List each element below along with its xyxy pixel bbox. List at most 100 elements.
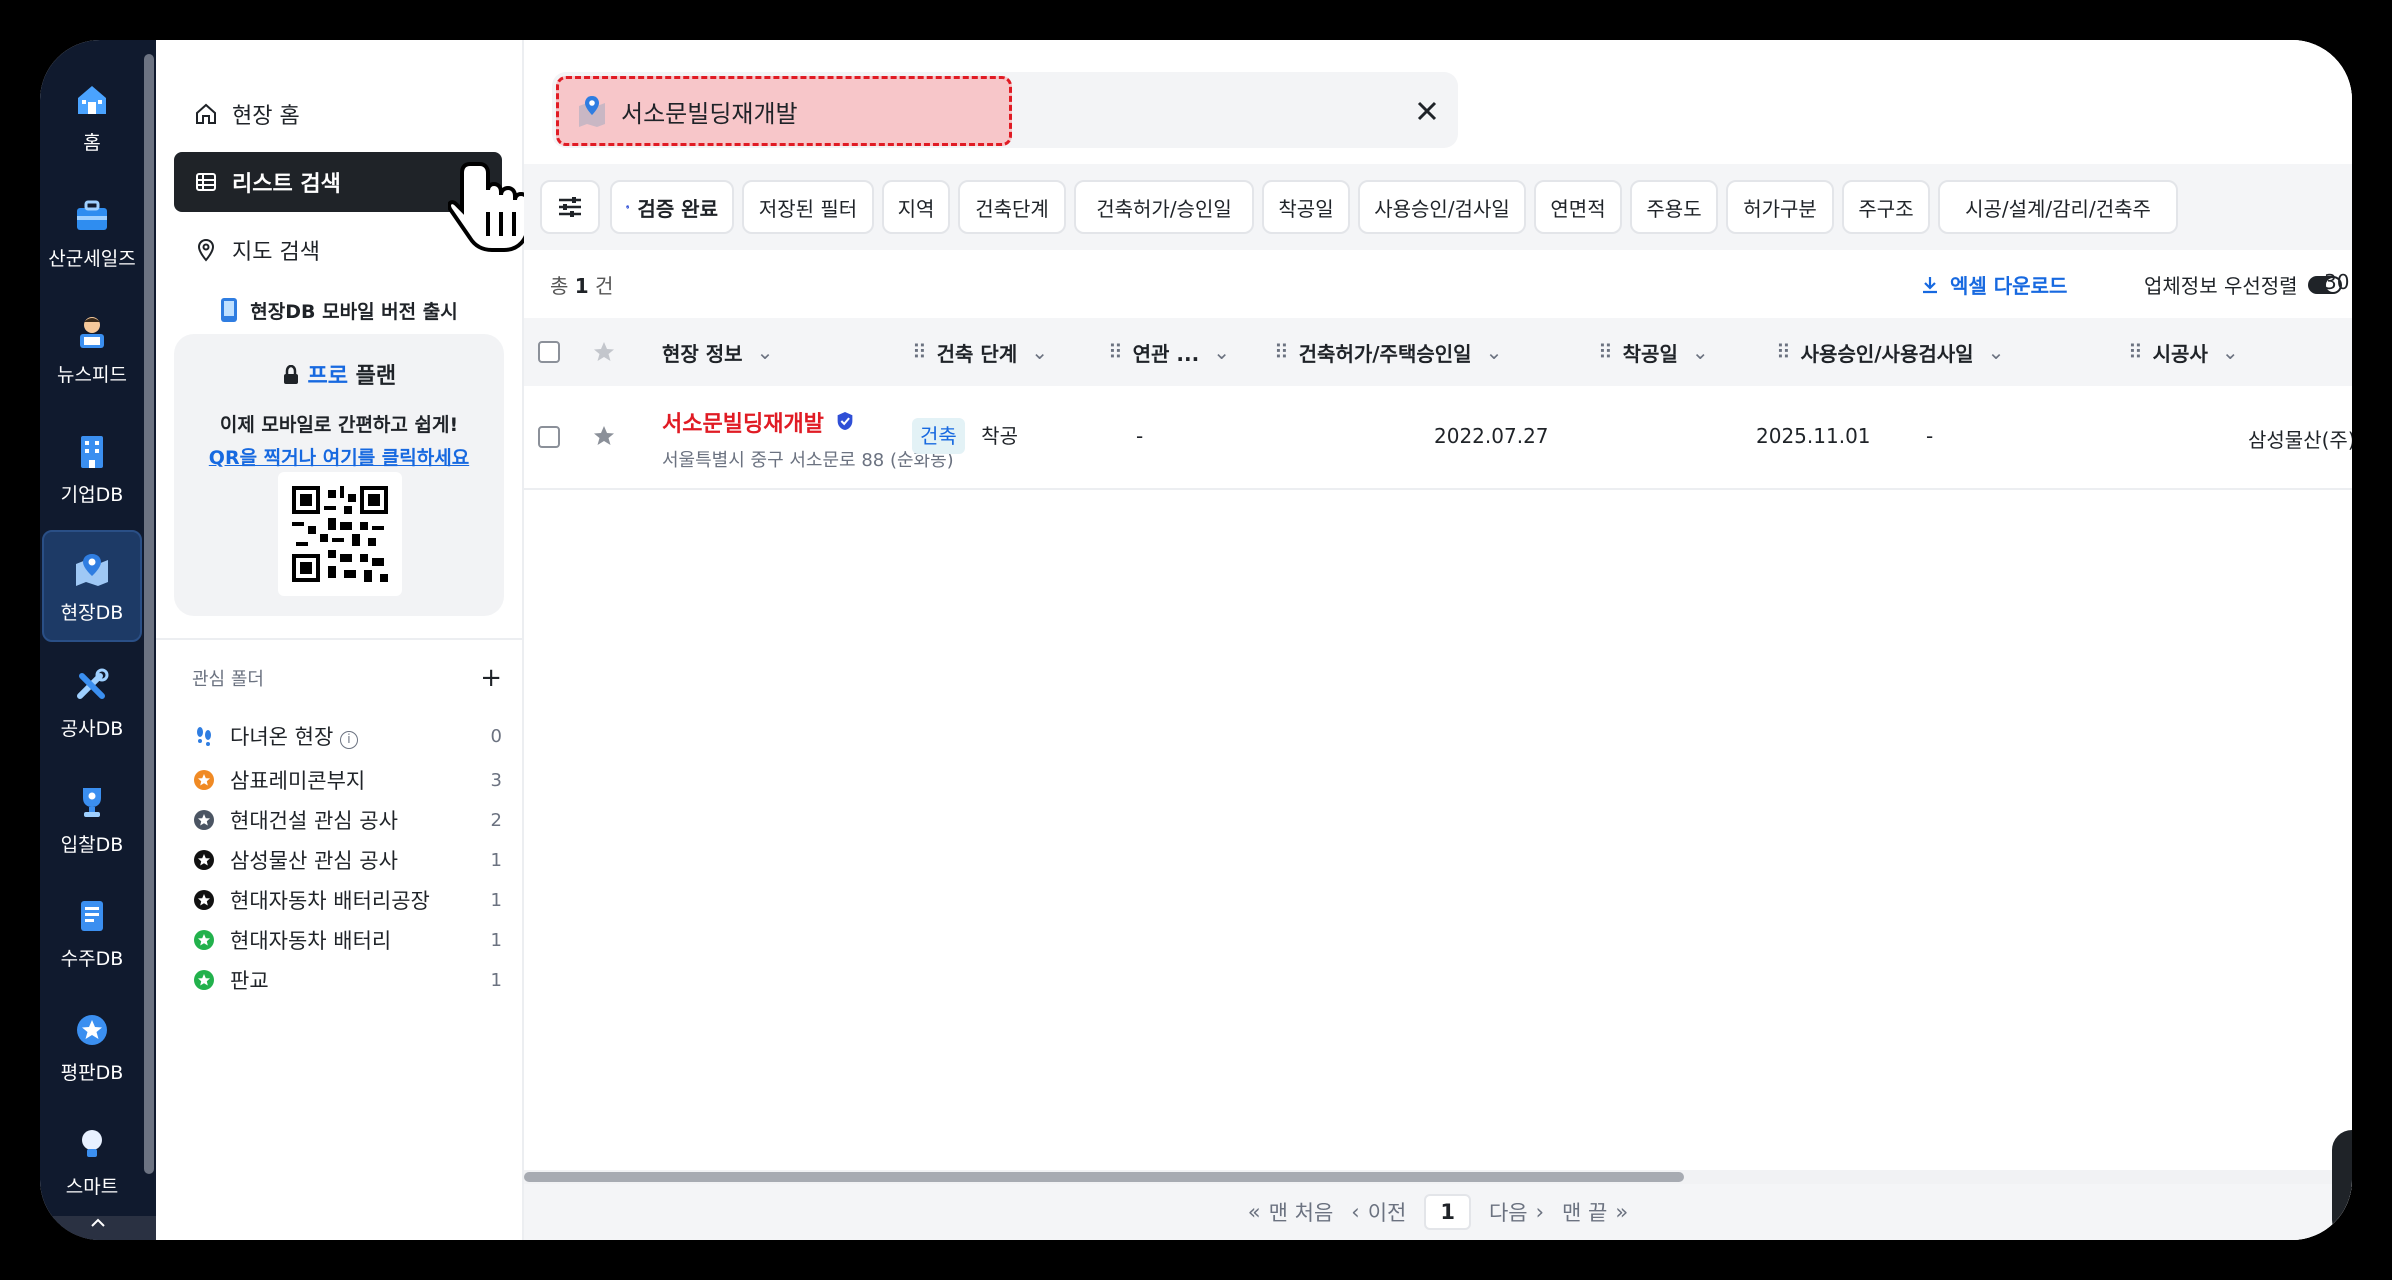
- priority-sort-toggle[interactable]: 업체정보 우선정렬: [2144, 270, 2342, 299]
- permit-date-cell: 2022.07.27: [1434, 424, 1549, 448]
- column-approval-date[interactable]: ⠿ 사용승인/사용검사일 ⌄: [1776, 318, 2004, 386]
- rail-item-order-db[interactable]: 수주DB: [40, 876, 144, 988]
- filter-chip[interactable]: 사용승인/검사일: [1358, 180, 1526, 234]
- home-icon: [192, 100, 220, 128]
- rail-item-bid-db[interactable]: 입찰DB: [40, 762, 144, 874]
- chevron-down-icon: ⌄: [1213, 340, 1230, 364]
- rail-scrollbar[interactable]: [144, 54, 154, 1174]
- filter-settings-button[interactable]: [540, 180, 600, 234]
- column-permit-date[interactable]: ⠿ 건축허가/주택승인일 ⌄: [1274, 318, 1502, 386]
- filter-chip[interactable]: 지역: [882, 180, 950, 234]
- promo-title: 프로 플랜: [174, 358, 504, 390]
- filter-chip[interactable]: 착공일: [1262, 180, 1350, 234]
- rail-item-construction-db[interactable]: 공사DB: [40, 646, 144, 758]
- current-page[interactable]: 1: [1424, 1194, 1471, 1230]
- add-folder-button[interactable]: +: [480, 663, 502, 693]
- column-stage[interactable]: ⠿ 건축 단계 ⌄: [912, 318, 1048, 386]
- filter-chip[interactable]: 건축허가/승인일: [1074, 180, 1254, 234]
- column-related[interactable]: ⠿ 연관 ... ⌄: [1108, 318, 1230, 386]
- pro-plan-promo: 프로 플랜 이제 모바일로 간편하고 쉽게! QR을 찍거나 여기를 클릭하세요: [174, 334, 504, 616]
- rail-label: 평판DB: [60, 1062, 124, 1084]
- approval-date-cell: -: [1926, 424, 1934, 448]
- star-dot-icon: [192, 808, 216, 832]
- related-cell: -: [1136, 424, 1144, 448]
- main-content: 서소문빌딩재개발 검증 완료 저장된 필터 지역 건축단계 건축허가/승인일 착…: [524, 40, 2352, 1240]
- rail-item-newsfeed[interactable]: 뉴스피드: [40, 292, 144, 404]
- star-dot-icon: [192, 848, 216, 872]
- first-page-button[interactable]: «맨 처음: [1248, 1197, 1334, 1227]
- filter-chip[interactable]: 저장된 필터: [742, 180, 874, 234]
- tools-icon: [70, 664, 114, 708]
- map-pin-icon: [192, 236, 220, 264]
- folder-item[interactable]: 판교 1: [192, 956, 502, 1004]
- filter-chip[interactable]: 시공/설계/감리/건축주: [1938, 180, 2178, 234]
- filter-chip-verified[interactable]: 검증 완료: [610, 180, 734, 234]
- stage-value: 착공: [981, 424, 1018, 448]
- stage-cell: 건축 착공: [912, 418, 1018, 454]
- search-tag-highlight[interactable]: 서소문빌딩재개발: [556, 76, 1012, 146]
- rail-label: 공사DB: [60, 718, 124, 740]
- rail-item-smart[interactable]: 스마트: [40, 1104, 144, 1216]
- filter-chip[interactable]: 주용도: [1630, 180, 1718, 234]
- folder-name: 현대건설 관심 공사: [230, 809, 398, 833]
- prev-page-button[interactable]: ‹ 이전: [1351, 1197, 1406, 1227]
- table-row[interactable]: 서소문빌딩재개발 서울특별시 중구 서소문로 88 (순화동) 건축 착공 - …: [524, 386, 2352, 490]
- next-page-button[interactable]: 다음 ›: [1489, 1197, 1544, 1227]
- home-building-icon: [70, 78, 114, 122]
- folder-name: 다녀온 현장 i: [230, 721, 482, 751]
- select-all-checkbox[interactable]: [538, 318, 560, 386]
- rail-item-reputation-db[interactable]: 평판DB: [40, 990, 144, 1102]
- filter-chip-label: 착공일: [1278, 196, 1334, 221]
- site-address: 서울특별시 중구 서소문로 88 (순화동): [662, 450, 954, 471]
- double-chevron-left-icon: «: [1247, 1200, 1261, 1224]
- rail-item-home[interactable]: 홈: [40, 60, 144, 172]
- promo-qr-link[interactable]: QR을 찍거나 여기를 클릭하세요: [174, 443, 504, 470]
- star-dot-icon: [192, 968, 216, 992]
- table-icon: [192, 168, 220, 196]
- folder-count: 3: [490, 769, 502, 791]
- row-checkbox[interactable]: [538, 426, 560, 448]
- lock-icon: [283, 364, 298, 384]
- side-panel-handle[interactable]: [2332, 1130, 2352, 1240]
- excel-label: 엑셀 다운로드: [1950, 274, 2068, 298]
- filter-chip[interactable]: 허가구분: [1726, 180, 1834, 234]
- site-name[interactable]: 서소문빌딩재개발: [662, 412, 824, 437]
- mobile-phone-icon: [221, 298, 238, 322]
- filter-chip-label: 허가구분: [1743, 196, 1817, 221]
- excel-download-button[interactable]: 엑셀 다운로드: [1920, 270, 2067, 299]
- rail-label: 뉴스피드: [57, 364, 127, 386]
- horizontal-scroll-thumb[interactable]: [524, 1172, 1684, 1182]
- filter-chip[interactable]: 건축단계: [958, 180, 1066, 234]
- rail-item-site-db[interactable]: 현장DB: [42, 530, 142, 642]
- sidebar-divider: [156, 638, 524, 640]
- contractor-cell[interactable]: 삼성물산(주): [2248, 424, 2352, 453]
- per-page-select[interactable]: 30: [2324, 270, 2349, 294]
- drag-handle-icon: ⠿: [1776, 340, 1791, 364]
- filter-chip-label: 저장된 필터: [758, 196, 858, 221]
- rail-item-sales[interactable]: 산군세일즈: [40, 176, 144, 288]
- column-site-info[interactable]: 현장 정보 ⌄: [662, 318, 773, 386]
- close-icon[interactable]: [1412, 96, 1442, 126]
- folder-count: 0: [490, 725, 502, 747]
- stage-badge: 건축: [912, 418, 965, 454]
- site-name-cell[interactable]: 서소문빌딩재개발: [662, 406, 854, 438]
- folder-count: 1: [490, 969, 502, 991]
- nav-label: 현장 홈: [232, 104, 300, 129]
- column-start-date[interactable]: ⠿ 착공일 ⌄: [1598, 318, 1709, 386]
- rail-collapse-button[interactable]: [40, 1216, 156, 1240]
- nav-site-home[interactable]: 현장 홈: [174, 84, 502, 144]
- icon-rail: 홈 산군세일즈 뉴스피드 기업DB 현장DB 공사DB 입찰DB 수주DB 평판…: [40, 40, 156, 1240]
- column-contractor[interactable]: ⠿ 시공사 ⌄: [2128, 318, 2239, 386]
- folder-count: 1: [490, 929, 502, 951]
- office-building-icon: [70, 430, 114, 474]
- favorite-star-icon[interactable]: [592, 424, 616, 453]
- rail-item-company-db[interactable]: 기업DB: [40, 412, 144, 524]
- folder-item[interactable]: 다녀온 현장 i 0: [192, 712, 502, 760]
- filter-chip[interactable]: 주구조: [1842, 180, 1930, 234]
- mobile-release-notice[interactable]: 현장DB 모바일 버전 출시: [174, 290, 502, 330]
- map-location-icon: [579, 96, 605, 127]
- filter-chip[interactable]: 연면적: [1534, 180, 1622, 234]
- last-page-button[interactable]: 맨 끝»: [1562, 1197, 1628, 1227]
- download-icon: [1923, 276, 1937, 293]
- footprints-icon: [192, 724, 216, 748]
